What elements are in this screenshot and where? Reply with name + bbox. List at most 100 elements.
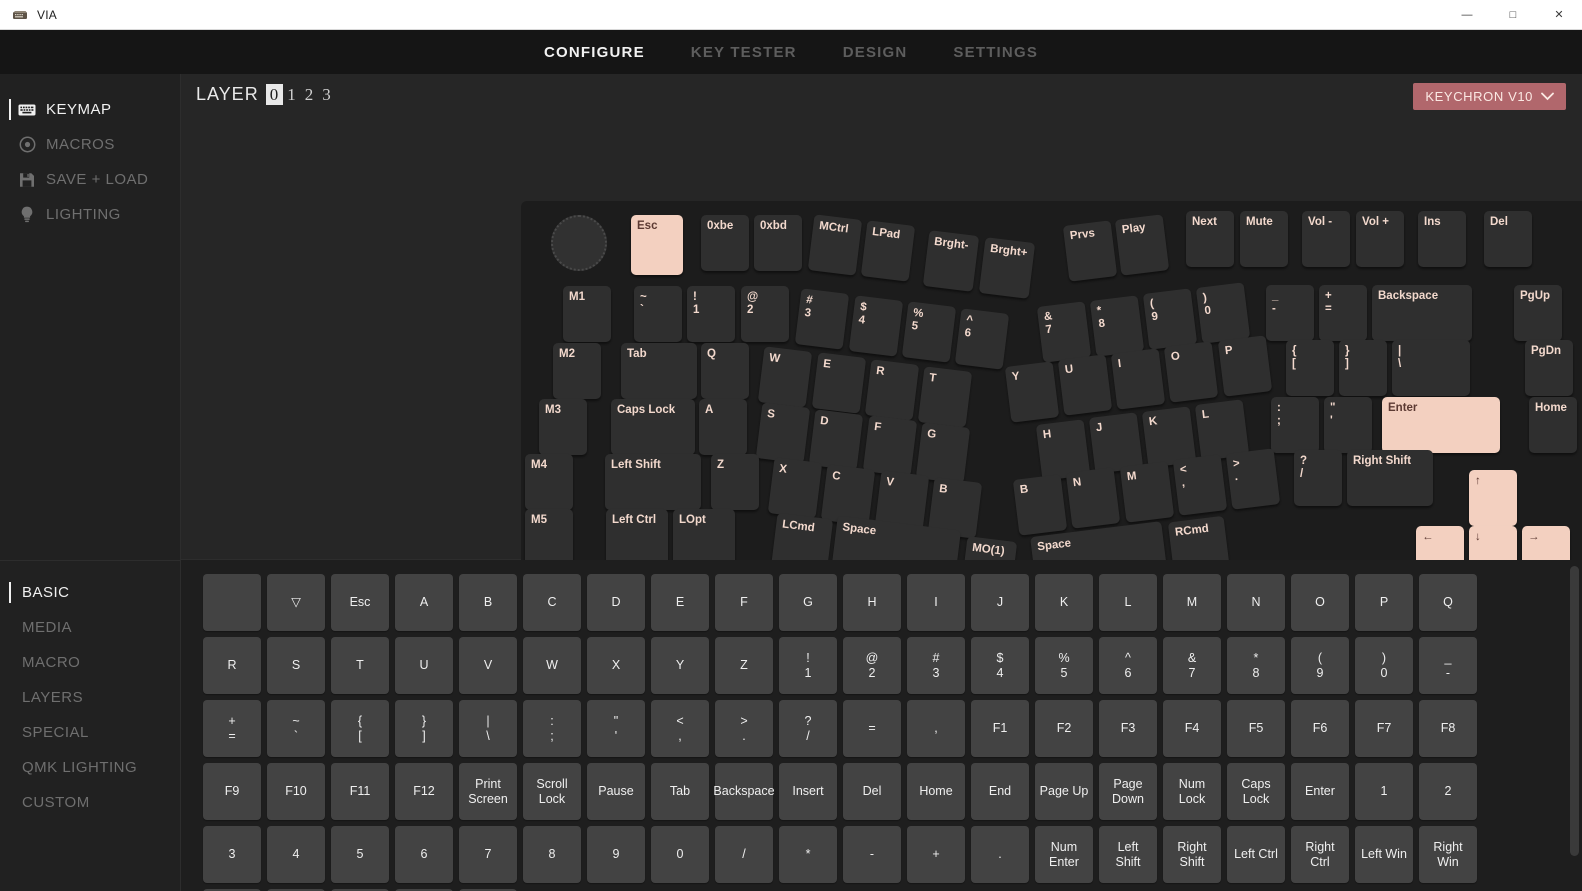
palette-key-1[interactable]: 1 <box>1355 763 1413 820</box>
palette-key-c[interactable]: C <box>523 574 581 631</box>
keycap--[interactable]: < , <box>1173 454 1227 515</box>
palette-key-print-screen[interactable]: Print Screen <box>459 763 517 820</box>
palette-key-f10[interactable]: F10 <box>267 763 325 820</box>
palette-key-scroll-lock[interactable]: Scroll Lock <box>523 763 581 820</box>
palette-key-sym[interactable]: . <box>971 826 1029 883</box>
palette-key--[interactable]: { [ <box>331 700 389 757</box>
palette-key--[interactable]: " ' <box>587 700 645 757</box>
keycap--[interactable]: " ' <box>1324 397 1372 453</box>
palette-key-leftctrl[interactable]: Left Ctrl <box>1227 826 1285 883</box>
palette-key-right-win[interactable]: Right Win <box>1419 826 1477 883</box>
sidebar-item-media[interactable]: MEDIA <box>0 610 180 645</box>
keycap-f[interactable]: F <box>863 415 917 476</box>
palette-key-s[interactable]: S <box>267 637 325 694</box>
palette-key-0[interactable]: 0 <box>651 826 709 883</box>
keycap-pgup[interactable]: PgUp <box>1514 285 1562 341</box>
keycap-home[interactable]: Home <box>1529 397 1577 453</box>
keycap-mute[interactable]: Mute <box>1240 211 1288 267</box>
palette-key-esc[interactable]: Esc <box>331 574 389 631</box>
palette-key--[interactable]: : ; <box>523 700 581 757</box>
palette-key-end[interactable]: End <box>971 763 1029 820</box>
palette-key-f4[interactable]: F4 <box>1163 700 1221 757</box>
keycap--[interactable]: > . <box>1226 448 1280 509</box>
keycap-del[interactable]: Del <box>1484 211 1532 267</box>
palette-key-p[interactable]: P <box>1355 574 1413 631</box>
keycap--[interactable]: ~ ` <box>634 286 682 342</box>
palette-key-caps-lock[interactable]: Caps Lock <box>1227 763 1285 820</box>
palette-key-sym[interactable]: , <box>907 700 965 757</box>
sidebar-item-macros[interactable]: MACROS <box>0 127 180 162</box>
palette-key-pageup[interactable]: Page Up <box>1035 763 1093 820</box>
keycap-n[interactable]: N <box>1066 467 1120 528</box>
tab-settings[interactable]: SETTINGS <box>953 44 1038 61</box>
sidebar-item-special[interactable]: SPECIAL <box>0 715 180 750</box>
keycap-enter[interactable]: Enter <box>1382 397 1500 453</box>
palette-key-i[interactable]: I <box>907 574 965 631</box>
palette-key--4[interactable]: $ 4 <box>971 637 1029 694</box>
palette-key-e[interactable]: E <box>651 574 709 631</box>
palette-key-t[interactable]: T <box>331 637 389 694</box>
keycap-m1[interactable]: M1 <box>563 286 611 342</box>
keyboard-select-dropdown[interactable]: KEYCHRON V10 <box>1413 83 1566 110</box>
palette-key-sym[interactable]: / <box>715 826 773 883</box>
keycap--6[interactable]: ^ 6 <box>955 308 1009 369</box>
keycap-m5[interactable]: M5 <box>525 509 573 565</box>
keycap-backspace[interactable]: Backspace <box>1372 285 1472 341</box>
palette-key--8[interactable]: * 8 <box>1227 637 1285 694</box>
keycap-m4[interactable]: M4 <box>525 454 573 510</box>
palette-key-l[interactable]: L <box>1099 574 1157 631</box>
sidebar-item-custom[interactable]: CUSTOM <box>0 785 180 820</box>
palette-key-f6[interactable]: F6 <box>1291 700 1349 757</box>
palette-key---[interactable]: _ - <box>1419 637 1477 694</box>
keycap-next[interactable]: Next <box>1186 211 1234 267</box>
palette-key-f8[interactable]: F8 <box>1419 700 1477 757</box>
palette-key-8[interactable]: 8 <box>523 826 581 883</box>
palette-key-enter[interactable]: Enter <box>1291 763 1349 820</box>
keycap-e[interactable]: E <box>812 352 866 413</box>
keycap-0xbe[interactable]: 0xbe <box>701 215 749 271</box>
keycap-t[interactable]: T <box>918 366 972 427</box>
palette-key-leftwin[interactable]: Left Win <box>1355 826 1413 883</box>
encoder-knob[interactable] <box>551 215 607 271</box>
palette-key--[interactable]: < , <box>651 700 709 757</box>
keycap-pgdn[interactable]: PgDn <box>1525 340 1573 396</box>
keycap-p[interactable]: P <box>1218 335 1272 396</box>
keycap-esc[interactable]: Esc <box>631 215 683 275</box>
palette-key-+[interactable]: + <box>907 826 965 883</box>
keycap-mctrl[interactable]: MCtrl <box>808 214 862 275</box>
sidebar-item-keymap[interactable]: KEYMAP <box>0 92 180 127</box>
keycap--[interactable]: { [ <box>1286 340 1334 396</box>
palette-key-f9[interactable]: F9 <box>203 763 261 820</box>
palette-key-b[interactable]: B <box>459 574 517 631</box>
keycap-prvs[interactable]: Prvs <box>1063 220 1117 281</box>
palette-key-f2[interactable]: F2 <box>1035 700 1093 757</box>
keycap-y[interactable]: Y <box>1005 361 1059 422</box>
palette-key-q[interactable]: Q <box>1419 574 1477 631</box>
palette-key-f1[interactable]: F1 <box>971 700 1029 757</box>
palette-key-blank[interactable] <box>203 574 261 631</box>
palette-key-r[interactable]: R <box>203 637 261 694</box>
palette-key-9[interactable]: 9 <box>587 826 645 883</box>
palette-key-5[interactable]: 5 <box>331 826 389 883</box>
keycap-m3[interactable]: M3 <box>539 399 587 455</box>
keycap-leftctrl[interactable]: Left Ctrl <box>606 509 668 565</box>
palette-key--9[interactable]: ( 9 <box>1291 637 1349 694</box>
palette-key-2[interactable]: 2 <box>1419 763 1477 820</box>
tab-key-tester[interactable]: KEY TESTER <box>691 44 797 61</box>
palette-key-v[interactable]: V <box>459 637 517 694</box>
layer-button-2[interactable]: 2 <box>301 84 319 105</box>
palette-key-del[interactable]: Del <box>843 763 901 820</box>
palette-key--5[interactable]: % 5 <box>1035 637 1093 694</box>
palette-key--6[interactable]: ^ 6 <box>1099 637 1157 694</box>
palette-key-f7[interactable]: F7 <box>1355 700 1413 757</box>
palette-key--2[interactable]: @ 2 <box>843 637 901 694</box>
palette-key--7[interactable]: & 7 <box>1163 637 1221 694</box>
palette-scrollbar[interactable] <box>1570 566 1579 856</box>
keyboard-layout-canvas[interactable]: Esc0xbe0xbdMCtrlLPadBrght-Brght+PrvsPlay… <box>521 201 1582 597</box>
maximize-button[interactable]: □ <box>1490 0 1536 30</box>
palette-key-left-shift[interactable]: Left Shift <box>1099 826 1157 883</box>
palette-key-sym[interactable]: ▽ <box>267 574 325 631</box>
palette-key--[interactable]: ~ ` <box>267 700 325 757</box>
palette-key-f3[interactable]: F3 <box>1099 700 1157 757</box>
layer-button-0[interactable]: 0 <box>266 84 284 105</box>
